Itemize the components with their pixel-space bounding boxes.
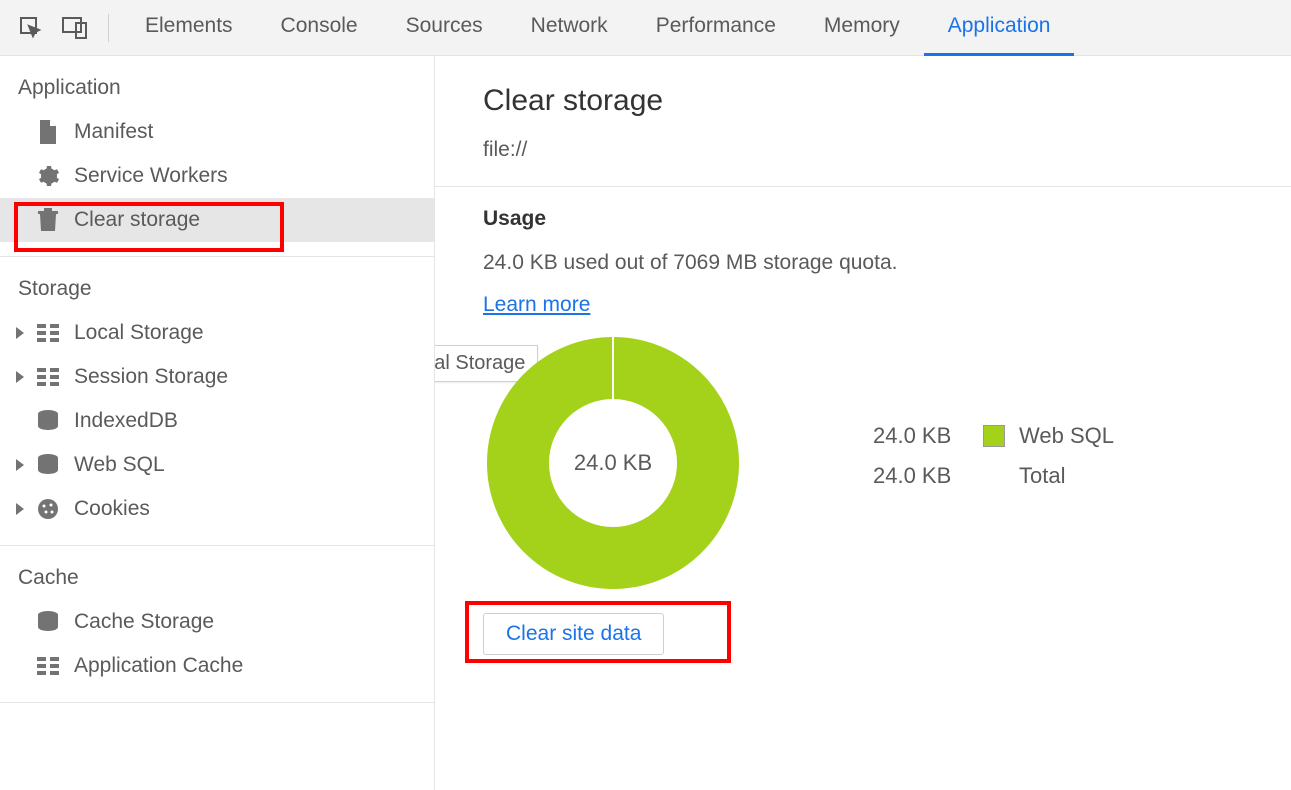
tab-network[interactable]: Network — [507, 0, 632, 56]
sidebar-item-label: Service Workers — [74, 164, 228, 188]
tab-console[interactable]: Console — [257, 0, 382, 56]
devtools-toolbar: Elements Console Sources Network Perform… — [0, 0, 1291, 56]
document-icon — [34, 118, 62, 146]
tab-sources[interactable]: Sources — [382, 0, 507, 56]
content-body: Usage 24.0 KB used out of 7069 MB storag… — [435, 187, 1291, 655]
sidebar-item-label: IndexedDB — [74, 409, 178, 433]
main-panel: Application Manifest Service Workers Cle… — [0, 56, 1291, 790]
legend-row: 24.0 KB Web SQL — [873, 423, 1114, 449]
sidebar-section-application: Application — [0, 56, 434, 110]
sidebar-divider — [0, 702, 434, 703]
usage-heading: Usage — [483, 207, 1291, 231]
gear-icon — [34, 162, 62, 190]
legend-label: Web SQL — [1019, 423, 1114, 449]
chevron-right-icon — [16, 327, 24, 339]
legend-value: 24.0 KB — [873, 423, 983, 449]
sidebar-section-storage: Storage — [0, 257, 434, 311]
sidebar-item-service-workers[interactable]: Service Workers — [0, 154, 434, 198]
sidebar-item-application-cache[interactable]: Application Cache — [0, 644, 434, 688]
content-panel: Clear storage file:// Usage 24.0 KB used… — [435, 56, 1291, 790]
learn-more-link[interactable]: Learn more — [483, 293, 590, 316]
database-icon — [34, 407, 62, 435]
grid-icon — [34, 363, 62, 391]
sidebar-item-cache-storage[interactable]: Cache Storage — [0, 600, 434, 644]
devtools-tabs: Elements Console Sources Network Perform… — [121, 0, 1074, 56]
sidebar-item-web-sql[interactable]: Web SQL — [0, 443, 434, 487]
sidebar: Application Manifest Service Workers Cle… — [0, 56, 435, 790]
page-title: Clear storage — [483, 84, 1291, 118]
clear-site-data-button[interactable]: Clear site data — [483, 613, 664, 655]
sidebar-item-label: Web SQL — [74, 453, 165, 477]
tab-elements[interactable]: Elements — [121, 0, 257, 56]
usage-text: 24.0 KB used out of 7069 MB storage quot… — [483, 251, 1291, 275]
database-icon — [34, 608, 62, 636]
sidebar-item-label: Cache Storage — [74, 610, 214, 634]
sidebar-item-cookies[interactable]: Cookies — [0, 487, 434, 531]
legend-value: 24.0 KB — [873, 463, 983, 489]
grid-icon — [34, 319, 62, 347]
chevron-right-icon — [16, 503, 24, 515]
legend-swatch — [983, 425, 1005, 447]
origin-text: file:// — [483, 138, 1291, 162]
sidebar-item-clear-storage[interactable]: Clear storage — [0, 198, 434, 242]
legend-label: Total — [1019, 463, 1065, 489]
tab-memory[interactable]: Memory — [800, 0, 924, 56]
sidebar-section-cache: Cache — [0, 546, 434, 600]
usage-chart-row: Local Storage 24.0 KB 24.0 KB Web SQL — [483, 333, 1291, 593]
tab-performance[interactable]: Performance — [632, 0, 800, 56]
cookie-icon — [34, 495, 62, 523]
sidebar-item-manifest[interactable]: Manifest — [0, 110, 434, 154]
inspect-icon[interactable] — [14, 11, 48, 45]
usage-legend: 24.0 KB Web SQL 24.0 KB Total — [873, 423, 1114, 503]
sidebar-item-label: Application Cache — [74, 654, 243, 678]
sidebar-item-session-storage[interactable]: Session Storage — [0, 355, 434, 399]
usage-donut-chart: 24.0 KB — [483, 333, 743, 593]
chevron-right-icon — [16, 371, 24, 383]
sidebar-item-label: Manifest — [74, 120, 153, 144]
trash-icon — [34, 206, 62, 234]
legend-spacer — [983, 465, 1005, 487]
tab-application[interactable]: Application — [924, 0, 1075, 56]
device-toggle-icon[interactable] — [58, 11, 92, 45]
sidebar-item-label: Cookies — [74, 497, 150, 521]
sidebar-item-indexeddb[interactable]: IndexedDB — [0, 399, 434, 443]
sidebar-item-local-storage[interactable]: Local Storage — [0, 311, 434, 355]
sidebar-item-label: Local Storage — [74, 321, 204, 345]
sidebar-item-label: Session Storage — [74, 365, 228, 389]
donut-center-label: 24.0 KB — [483, 333, 743, 593]
legend-row: 24.0 KB Total — [873, 463, 1114, 489]
button-row: Clear site data — [483, 613, 664, 655]
sidebar-item-label: Clear storage — [74, 208, 200, 232]
chevron-right-icon — [16, 459, 24, 471]
content-header: Clear storage file:// — [435, 56, 1291, 187]
database-icon — [34, 451, 62, 479]
toolbar-divider — [108, 14, 109, 42]
grid-icon — [34, 652, 62, 680]
